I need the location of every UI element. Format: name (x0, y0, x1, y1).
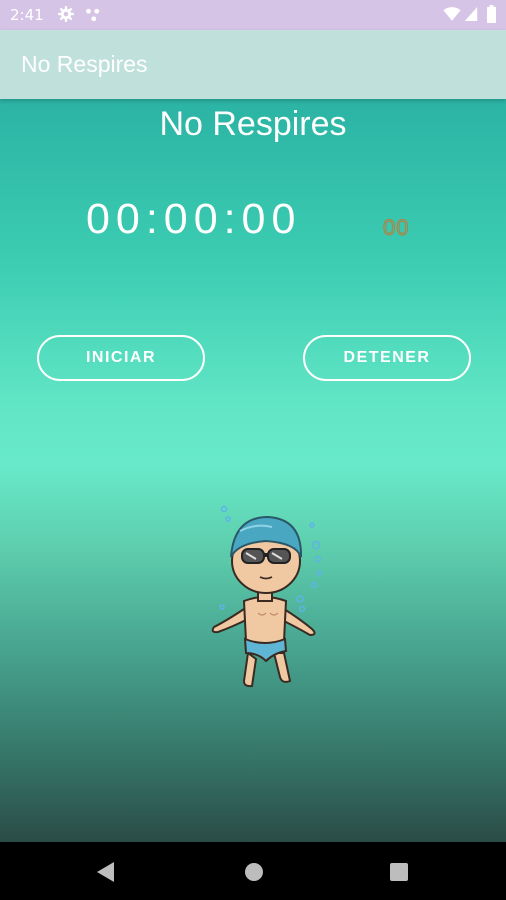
recents-icon[interactable] (390, 863, 408, 881)
screen-title: No Respires (159, 105, 347, 143)
dots-icon (86, 8, 100, 22)
centiseconds-display: 00 (382, 215, 410, 241)
battery-icon (487, 5, 496, 23)
timer-display: 00:00:00 (86, 195, 302, 243)
main-content: No Respires 00:00:00 00 INICIAR DETENER (0, 99, 506, 842)
gear-icon (58, 6, 74, 22)
start-button[interactable]: INICIAR (37, 335, 205, 381)
stop-button[interactable]: DETENER (303, 335, 471, 381)
app-bar: No Respires (0, 30, 506, 99)
navigation-bar (0, 842, 506, 900)
signal-icon (464, 7, 478, 21)
status-time: 2:41 (10, 6, 44, 24)
app-bar-title: No Respires (21, 51, 148, 77)
back-icon[interactable] (96, 861, 116, 883)
wifi-icon (443, 7, 461, 21)
status-bar: 2:41 (0, 0, 506, 30)
swimmer-illustration (211, 505, 322, 688)
home-icon[interactable] (244, 862, 264, 882)
